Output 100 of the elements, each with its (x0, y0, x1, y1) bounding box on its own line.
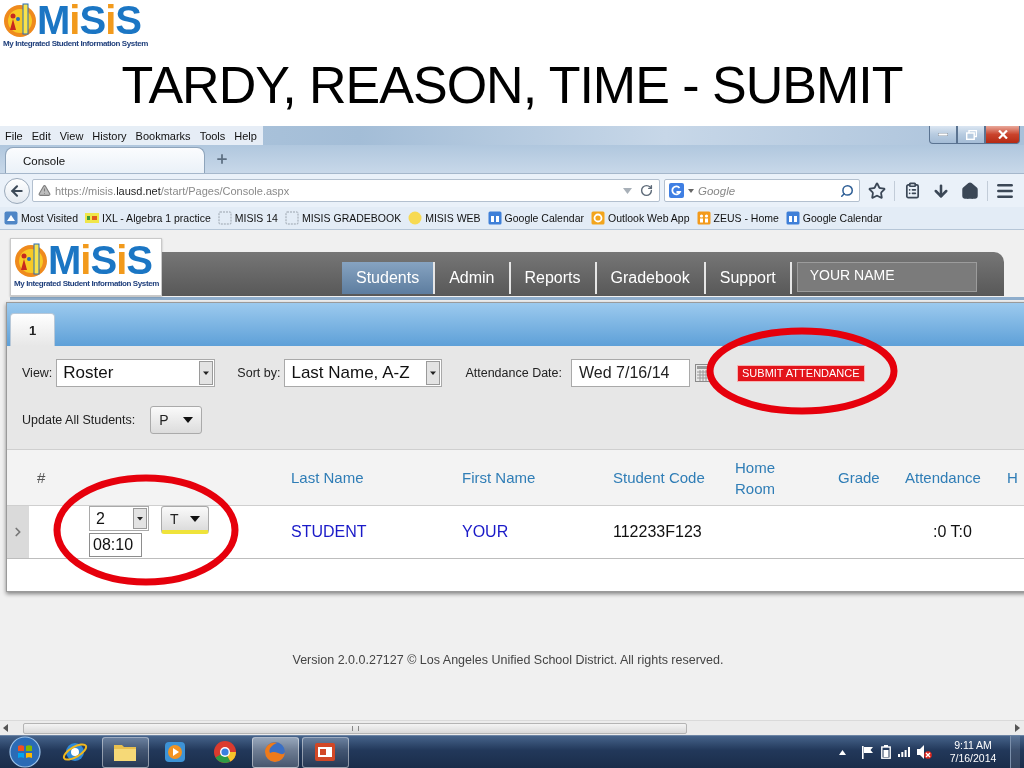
bookmark-item[interactable]: MISIS GRADEBOOK (284, 211, 402, 225)
search-field[interactable]: Google (664, 179, 860, 202)
search-icon (840, 183, 854, 198)
status-select[interactable]: T (161, 506, 209, 534)
dropdown-caret-icon (183, 417, 194, 423)
table-cell-text: :0 T:0 (932, 523, 973, 541)
signal-bars-icon[interactable] (898, 747, 910, 757)
reload-icon[interactable] (640, 184, 653, 197)
restore-icon (965, 129, 977, 140)
user-name-display: YOUR NAME (796, 262, 977, 292)
bookmark-item[interactable]: Google Calendar (487, 211, 584, 225)
date-field[interactable]: Wed 7/16/14 (571, 359, 691, 387)
wheel-icon (212, 739, 238, 765)
update-all-select[interactable]: P (150, 406, 203, 434)
blank-page-icon (217, 211, 232, 225)
logo-emblem-icon (3, 2, 37, 38)
column-header[interactable]: Last Name (283, 467, 454, 488)
address-bar[interactable]: https://misis.lausd.net/start/Pages/Console.aspx (32, 179, 660, 202)
bookmark-item[interactable]: Google Calendar (785, 211, 883, 225)
dropdown-caret-icon (190, 515, 200, 522)
scroll-right-arrow-icon[interactable] (1013, 724, 1021, 732)
panel-tab[interactable]: 1 (10, 313, 55, 346)
horizontal-scrollbar[interactable] (0, 720, 1024, 735)
dropdown-caret-icon (133, 508, 147, 529)
blank-page-icon (284, 211, 299, 225)
globe-icon (262, 739, 288, 765)
bookmark-item[interactable]: Outlook Web App (590, 211, 690, 225)
column-header[interactable]: Student Code (605, 467, 727, 488)
clipboard-icon (903, 182, 921, 199)
column-header[interactable]: Grade (830, 467, 897, 488)
figures-tile-icon (696, 211, 711, 225)
start-orb-icon (9, 736, 41, 768)
menu-item[interactable]: Bookmarks (135, 129, 191, 142)
bookmark-item[interactable]: MISIS 14 (217, 211, 278, 225)
browser-tab[interactable]: Console (5, 147, 205, 173)
dropdown-caret-icon (426, 361, 441, 385)
bulb-icon (408, 211, 423, 225)
tray-up-arrow-icon[interactable] (839, 749, 846, 755)
clock-time[interactable]: 9:11 AM (954, 739, 992, 752)
show-desktop-button[interactable] (1010, 735, 1020, 768)
back-button[interactable] (4, 177, 30, 204)
bookmark-item[interactable]: ZEUS - Home (696, 211, 779, 225)
menu-item[interactable]: History (92, 129, 127, 142)
menu-item[interactable]: View (59, 129, 84, 142)
column-header[interactable]: H (999, 467, 1024, 488)
view-select[interactable]: Roster (56, 359, 216, 387)
bookmark-item[interactable]: MISIS WEB (408, 211, 481, 225)
taskbar-app-button[interactable] (301, 736, 349, 768)
minimize-icon (938, 133, 948, 136)
page-tile-icon (4, 211, 18, 225)
menu-item[interactable]: Help (234, 129, 257, 142)
logo-tagline: My Integrated Student Information System (3, 39, 148, 49)
date-label: Attendance Date: (465, 366, 563, 380)
last-name-link[interactable]: STUDENT (283, 523, 454, 541)
time-input[interactable]: 08:10 (89, 533, 142, 557)
warning-icon (38, 184, 51, 197)
slide-title: TARDY, REASON, TIME - SUBMIT (120, 55, 904, 116)
dropdown-caret-icon (688, 188, 694, 193)
footer-text: Version 2.0.0.27127 © Los Angeles Unified School District. All rights reserved. (291, 653, 725, 667)
logo-tagline: My Integrated Student Information System (14, 279, 159, 289)
column-header[interactable]: Attendance (897, 467, 999, 488)
calendar-icon (487, 211, 502, 225)
menu-item[interactable]: Edit (31, 129, 51, 142)
nav-tab[interactable]: Admin (435, 262, 511, 294)
submit-attendance-button[interactable]: SUBMIT ATTENDANCE (737, 364, 865, 382)
logo-wordmark: MiSiS (48, 241, 152, 279)
dropdown-caret-icon (199, 361, 214, 385)
close-icon (997, 130, 1008, 139)
flag-icon[interactable] (862, 745, 874, 759)
scroll-left-arrow-icon[interactable] (2, 724, 10, 732)
reason-select[interactable]: 2 (89, 506, 149, 531)
column-header: # (36, 468, 47, 488)
calendar-icon (785, 211, 800, 225)
minimize-button[interactable] (929, 126, 957, 144)
taskbar-app-button[interactable] (101, 736, 149, 768)
battery-icon[interactable] (881, 745, 891, 759)
back-arrow-icon (9, 182, 25, 199)
search-engine-icon (669, 183, 684, 198)
speaker-muted-icon[interactable] (917, 745, 932, 759)
logo-wordmark: MiSiS (37, 1, 141, 39)
sort-select[interactable]: Last Name, A-Z (284, 359, 443, 387)
sort-label: Sort by: (237, 366, 281, 380)
ring-tile-icon (590, 211, 605, 225)
clock-date[interactable]: 7/16/2014 (949, 752, 997, 765)
search-input[interactable]: Google (698, 184, 836, 197)
column-header[interactable]: Home Room (727, 456, 789, 499)
menu-item[interactable]: File (5, 129, 23, 142)
column-header[interactable]: First Name (454, 467, 605, 488)
nav-tab[interactable]: Support (705, 262, 792, 294)
nav-tab[interactable]: Reports (510, 262, 597, 294)
home-icon (961, 181, 979, 200)
bookmark-item[interactable]: Most Visited (4, 211, 78, 225)
menu-item[interactable]: Tools (199, 129, 226, 142)
close-button[interactable] (985, 126, 1020, 144)
nav-tab[interactable]: Gradebook (596, 262, 706, 294)
restore-button[interactable] (957, 126, 985, 144)
table-cell-text: 112233F123 (612, 523, 703, 541)
bookmark-item[interactable]: IXL - Algebra 1 practice (85, 211, 211, 225)
plus-icon (215, 152, 229, 166)
first-name-link[interactable]: YOUR (454, 523, 605, 541)
